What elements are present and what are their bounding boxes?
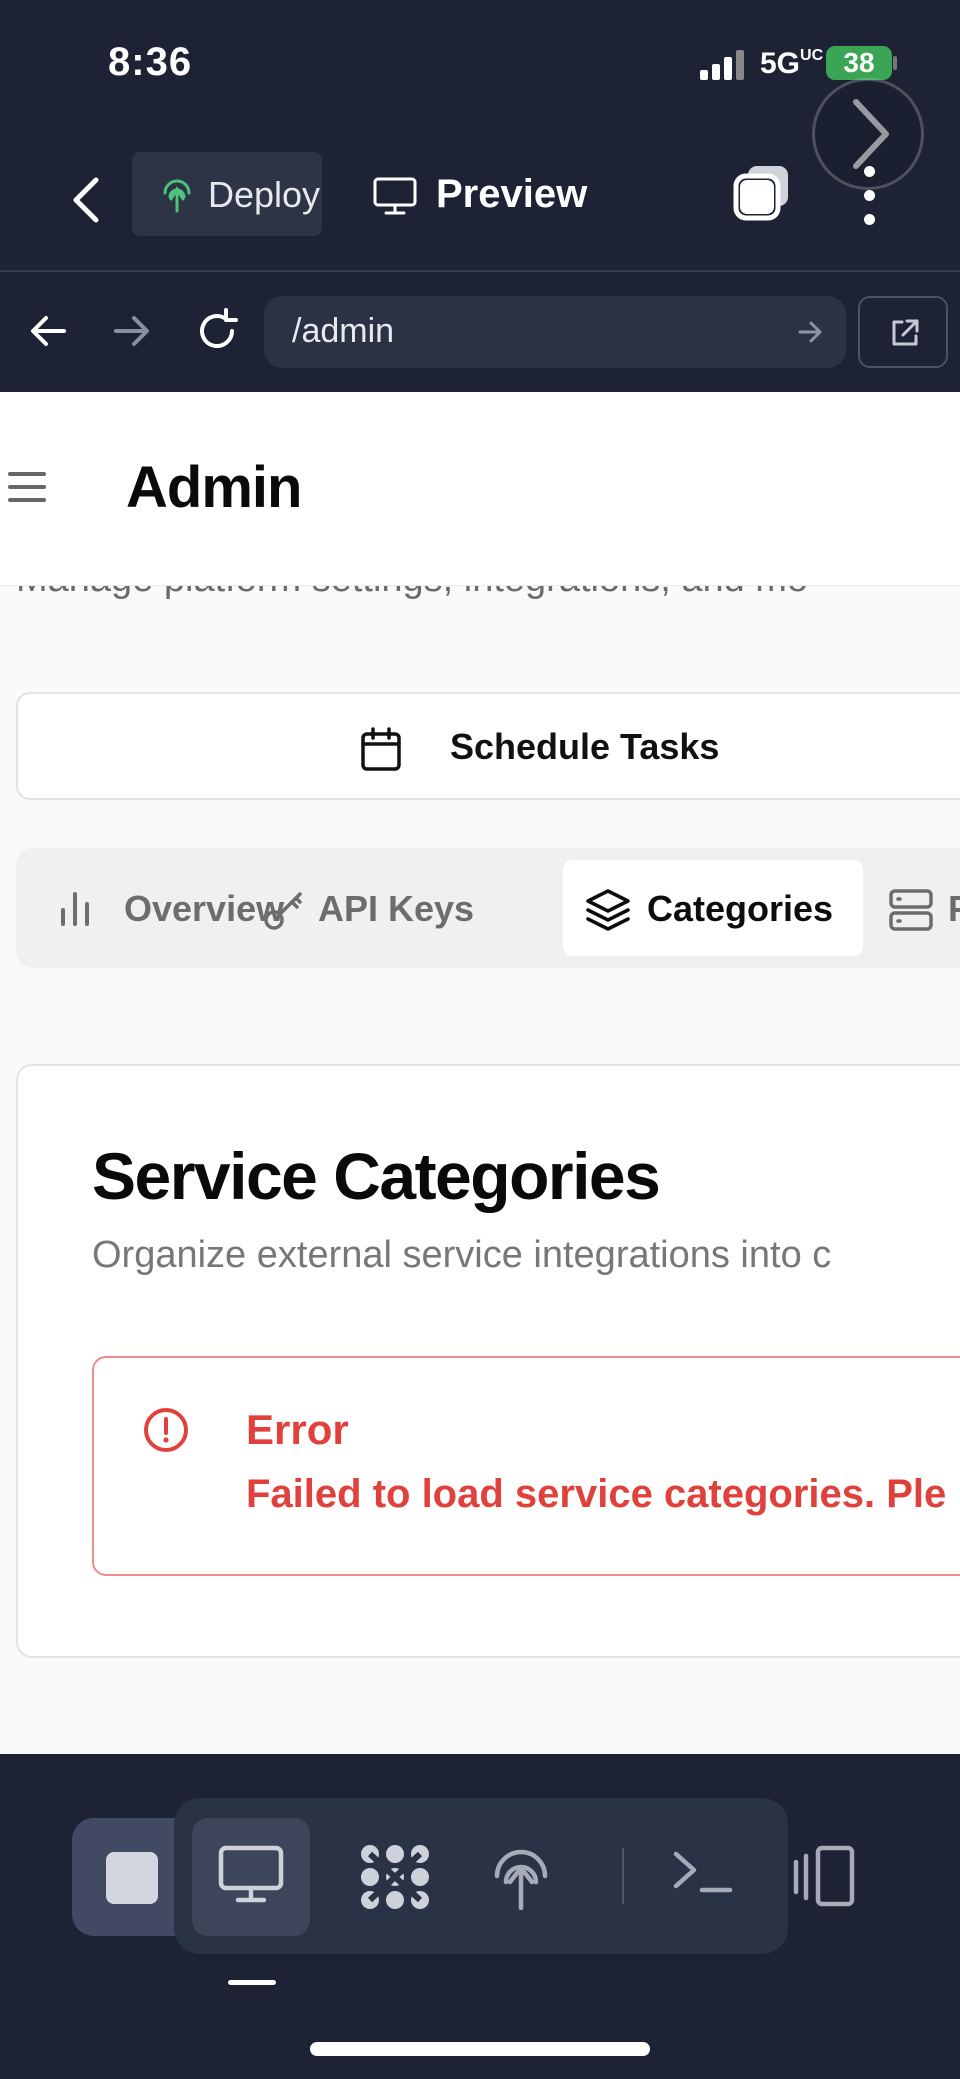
url-input[interactable]: /admin (264, 296, 846, 368)
dock-separator (622, 1848, 624, 1904)
error-title: Error (246, 1406, 349, 1453)
admin-tabs: Overview API Keys Categories P (16, 848, 960, 968)
external-link-icon (892, 319, 919, 346)
open-external-button[interactable] (858, 296, 948, 368)
arrow-right-icon (114, 316, 149, 346)
layers-icon (586, 889, 630, 931)
device-icon (793, 1845, 855, 1907)
key-icon (264, 892, 302, 930)
dock-terminal-button[interactable] (644, 1818, 762, 1936)
dock-group (174, 1798, 788, 1954)
preview-label: Preview (436, 172, 588, 216)
top-toolbar: Deploy Preview (0, 78, 960, 270)
calendar-icon (361, 727, 401, 771)
url-bar: /admin (0, 272, 960, 392)
tab-api-keys-label: API Keys (318, 888, 475, 929)
schedule-tasks-button[interactable]: Schedule Tasks (16, 692, 960, 800)
tab-api-keys[interactable]: API Keys (242, 860, 474, 956)
copy-tabs-button[interactable] (730, 162, 796, 228)
server-icon (889, 889, 933, 931)
apps-icon (361, 1845, 429, 1909)
active-indicator (228, 1980, 276, 1985)
tab-categories[interactable]: Categories (563, 860, 863, 956)
battery-cap (893, 56, 897, 70)
web-page: Admin Manage platform settings, integrat… (0, 392, 960, 1754)
status-time: 8:36 (108, 40, 193, 84)
copy-icon (733, 166, 788, 221)
error-message: Failed to load service categories. Ple (246, 1472, 947, 1516)
card-description: Organize external service integrations i… (92, 1234, 832, 1276)
browser-back-button[interactable] (24, 306, 74, 356)
url-text: /admin (292, 312, 395, 350)
network-label: 5GUC (760, 47, 824, 80)
tab-partial-label: P (948, 888, 960, 930)
alert-circle-icon (144, 1408, 188, 1452)
deploy-label: Deploy (208, 174, 321, 215)
tab-categories-label: Categories (647, 888, 834, 929)
dock-preview-button[interactable] (192, 1818, 310, 1936)
browser-forward-button[interactable] (106, 306, 156, 356)
page-title: Admin (126, 455, 302, 520)
service-categories-card: Service Categories Organize external ser… (16, 1064, 960, 1658)
tab-overview[interactable]: Overview (28, 860, 284, 956)
reload-button[interactable] (192, 306, 242, 356)
stop-icon (106, 1852, 158, 1904)
back-button[interactable] (58, 170, 118, 230)
dock-device-button[interactable] (790, 1818, 870, 1936)
home-indicator (310, 2042, 650, 2056)
bar-chart-icon (61, 892, 89, 926)
tab-partial[interactable]: P (884, 860, 960, 956)
app-header: Admin (0, 392, 960, 586)
deploy-icon (494, 1849, 548, 1910)
arrow-left-icon (31, 316, 66, 346)
more-menu-button[interactable] (860, 166, 880, 246)
hamburger-menu-icon[interactable] (8, 472, 48, 502)
card-title: Service Categories (92, 1139, 661, 1213)
terminal-icon (673, 1851, 733, 1893)
reload-icon (200, 308, 238, 348)
go-arrow-icon[interactable] (796, 318, 824, 346)
chevron-left-icon (73, 177, 99, 223)
monitor-icon (373, 177, 417, 215)
monitor-icon (218, 1845, 284, 1903)
schedule-tasks-label: Schedule Tasks (450, 726, 720, 767)
signal-icon (700, 50, 750, 80)
battery-icon: 38 (826, 46, 892, 80)
tab-deploy[interactable]: Deploy (132, 152, 322, 236)
dock-apps-button[interactable] (334, 1818, 452, 1936)
deploy-icon (163, 179, 191, 213)
error-alert: Error Failed to load service categories.… (92, 1356, 960, 1576)
bottom-dock (0, 1754, 960, 2079)
dock-deploy-button[interactable] (462, 1818, 580, 1936)
